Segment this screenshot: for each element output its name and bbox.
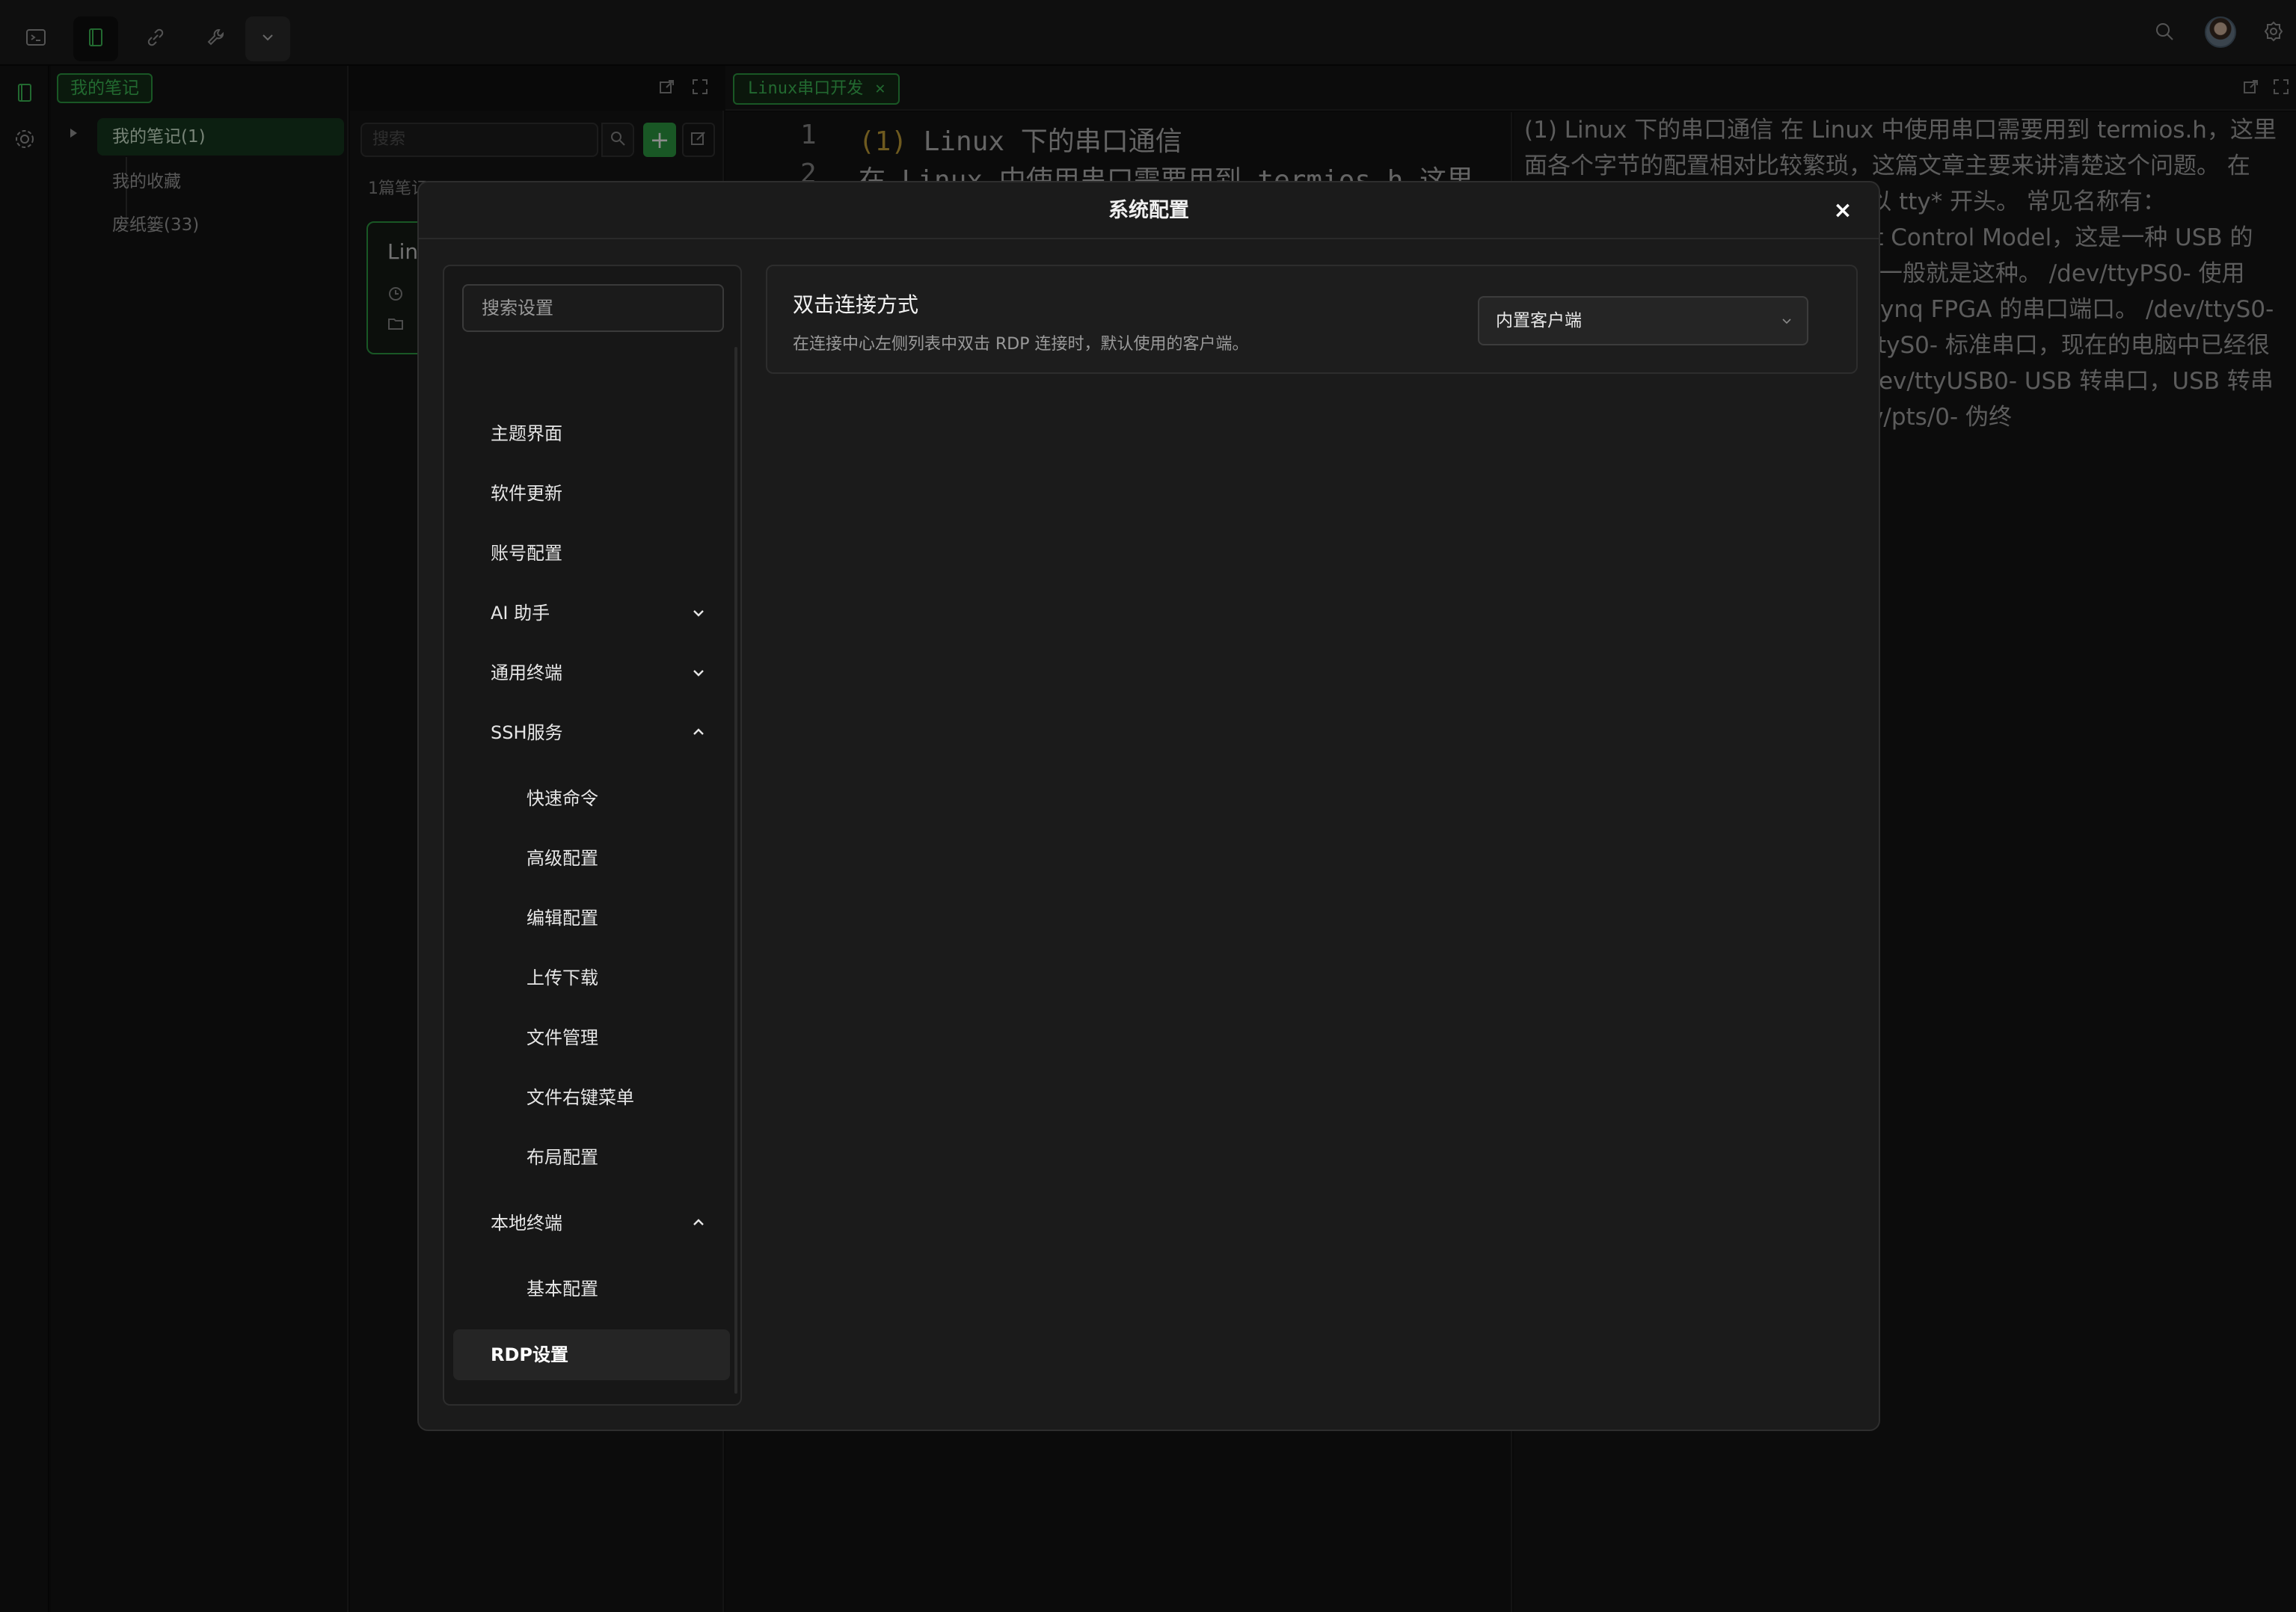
client-select[interactable]: 内置客户端 xyxy=(1478,296,1808,345)
settings-nav-item[interactable]: 高级配置 xyxy=(453,833,730,884)
settings-nav-label: 主题界面 xyxy=(491,423,562,444)
setting-title: 双击连接方式 xyxy=(793,292,919,317)
settings-nav-label: 账号配置 xyxy=(491,543,562,564)
settings-nav-item[interactable]: 文件管理 xyxy=(453,1012,730,1063)
settings-nav-item[interactable]: 基本配置 xyxy=(453,1264,730,1314)
settings-nav-item[interactable]: 快速命令 xyxy=(453,773,730,824)
settings-nav-item[interactable]: 软件更新 xyxy=(453,468,730,519)
settings-nav-item[interactable]: 编辑配置 xyxy=(453,893,730,944)
settings-nav-label: RDP设置 xyxy=(491,1344,568,1365)
dialog-header: 系统配置 × xyxy=(419,182,1879,239)
settings-nav-item[interactable]: 账号配置 xyxy=(453,528,730,579)
nav-scrollbar[interactable] xyxy=(734,347,737,1394)
client-select-value: 内置客户端 xyxy=(1496,311,1582,330)
settings-nav-item[interactable]: 本地终端 xyxy=(453,1198,730,1249)
settings-nav-label: 快速命令 xyxy=(527,788,598,809)
settings-nav-label: 笔记设置 xyxy=(491,1404,562,1406)
system-config-dialog: 系统配置 × 搜索设置 主题界面软件更新账号配置 AI 助手通用终端 SSH服务快速… xyxy=(417,181,1880,1431)
settings-nav-label: SSH服务 xyxy=(491,722,563,743)
settings-nav-item[interactable]: 文件右键菜单 xyxy=(453,1072,730,1123)
settings-nav-label: 编辑配置 xyxy=(527,908,598,929)
dialog-close-button[interactable]: × xyxy=(1829,197,1856,224)
chevron-down-icon xyxy=(1780,298,1793,344)
settings-nav: 搜索设置 主题界面软件更新账号配置 AI 助手通用终端 SSH服务快速命令高级配置编… xyxy=(443,265,742,1406)
setting-description: 在连接中心左侧列表中双击 RDP 连接时，默认使用的客户端。 xyxy=(793,335,1249,354)
chevron-down-icon[interactable] xyxy=(690,647,707,698)
settings-nav-item[interactable]: 笔记设置 xyxy=(453,1389,730,1406)
settings-nav-item[interactable]: 上传下载 xyxy=(453,953,730,1003)
chevron-up-icon[interactable] xyxy=(690,707,707,758)
settings-nav-label: 通用终端 xyxy=(491,662,562,683)
settings-nav-label: AI 助手 xyxy=(491,603,550,624)
chevron-down-icon[interactable] xyxy=(690,588,707,639)
dialog-title: 系统配置 xyxy=(1108,199,1189,222)
settings-nav-label: 基本配置 xyxy=(527,1279,598,1299)
settings-nav-label: 文件右键菜单 xyxy=(527,1087,634,1108)
settings-nav-item[interactable]: AI 助手 xyxy=(453,588,730,639)
chevron-up-icon[interactable] xyxy=(690,1198,707,1249)
settings-nav-item[interactable]: 布局配置 xyxy=(453,1132,730,1183)
settings-nav-label: 上传下载 xyxy=(527,967,598,988)
settings-nav-label: 文件管理 xyxy=(527,1027,598,1048)
settings-search-input[interactable]: 搜索设置 xyxy=(462,284,724,332)
app-window: 我的笔记 我的笔记(1) 我的收藏 废纸篓(33) 搜索 + 1篇笔记 Lin … xyxy=(0,0,2296,1612)
settings-nav-item[interactable]: RDP设置 xyxy=(453,1329,730,1380)
settings-nav-item[interactable]: 通用终端 xyxy=(453,647,730,698)
settings-nav-item[interactable]: SSH服务 xyxy=(453,707,730,758)
settings-nav-label: 软件更新 xyxy=(491,483,562,504)
settings-nav-label: 高级配置 xyxy=(527,848,598,869)
setting-card-double-click: 双击连接方式 在连接中心左侧列表中双击 RDP 连接时，默认使用的客户端。 内置… xyxy=(766,265,1858,374)
settings-nav-label: 本地终端 xyxy=(491,1213,562,1234)
settings-nav-item[interactable]: 主题界面 xyxy=(453,408,730,459)
settings-nav-label: 布局配置 xyxy=(527,1147,598,1168)
